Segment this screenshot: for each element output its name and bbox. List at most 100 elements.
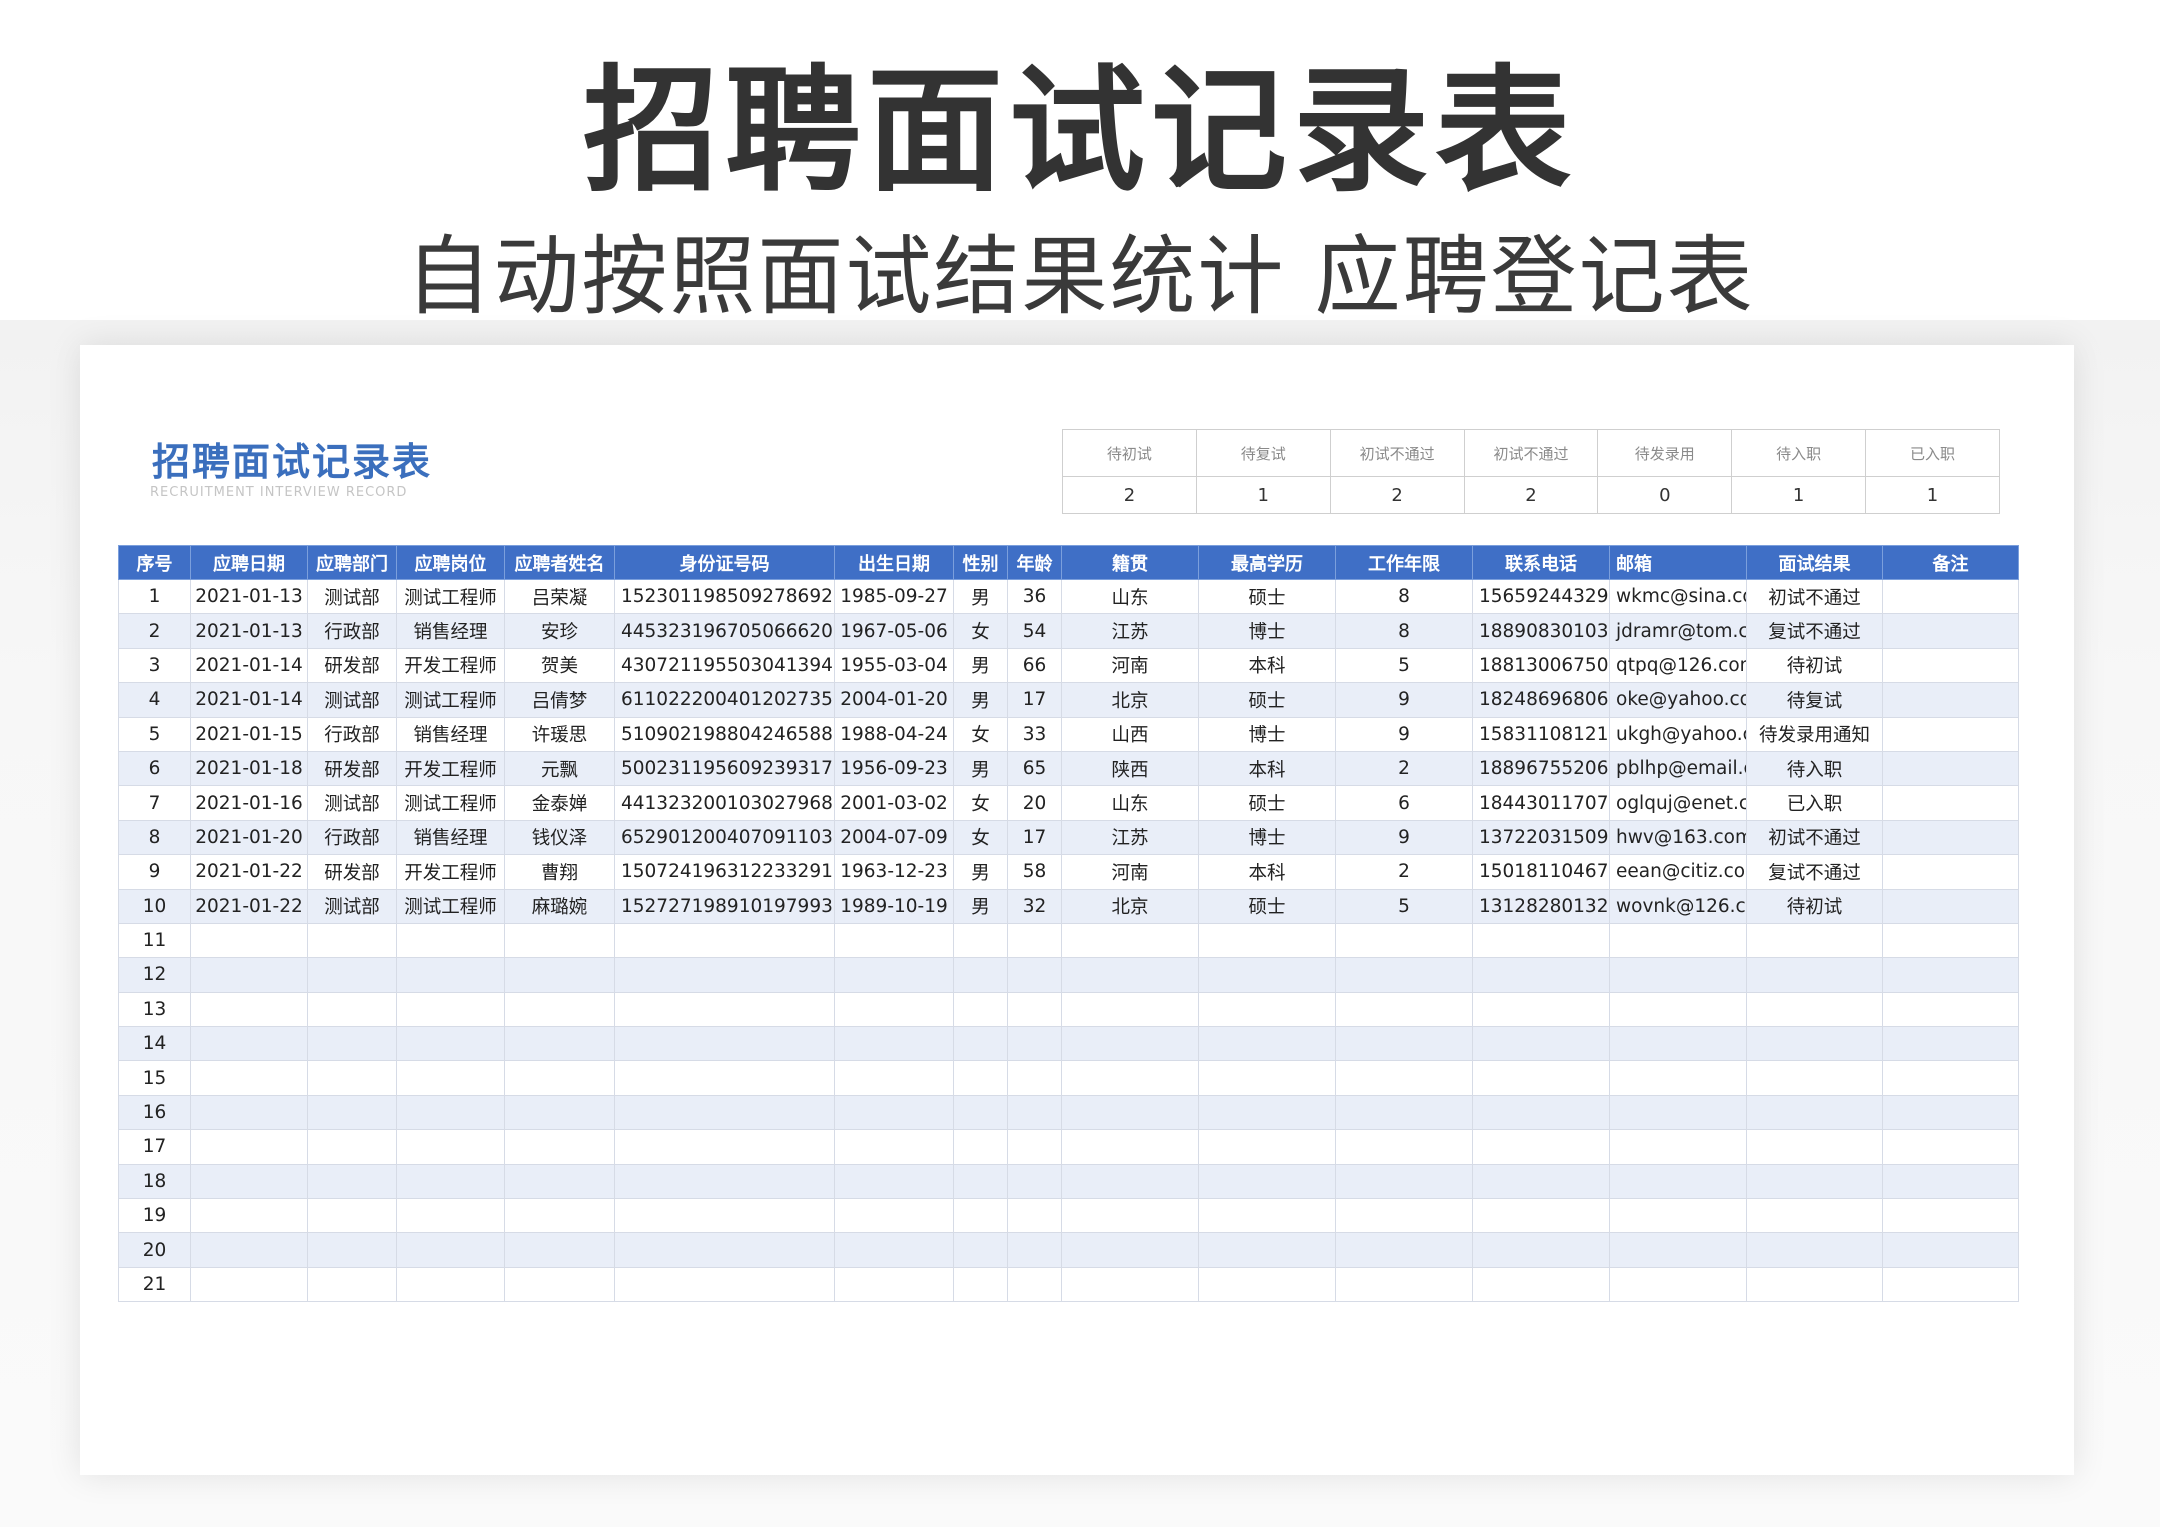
cell-col-apply-date[interactable]: [190, 1129, 308, 1165]
cell-col-email[interactable]: wkmc@sina.cor: [1609, 578, 1747, 615]
cell-col-id-number[interactable]: [614, 991, 835, 1028]
header-col-work-years[interactable]: 工作年限: [1335, 545, 1473, 580]
summary-value-cell[interactable]: 0: [1597, 476, 1733, 514]
cell-col-apply-date[interactable]: [190, 957, 308, 993]
cell-col-phone[interactable]: [1472, 1198, 1610, 1234]
cell-col-hometown[interactable]: [1061, 1094, 1199, 1131]
summary-value-cell[interactable]: 1: [1195, 476, 1331, 514]
cell-col-remarks[interactable]: [1882, 957, 2019, 993]
cell-col-work-years[interactable]: [1335, 957, 1473, 993]
cell-col-phone[interactable]: [1472, 1163, 1610, 1200]
cell-col-birth-date[interactable]: [834, 1026, 954, 1062]
cell-col-apply-date[interactable]: 2021-01-22: [190, 854, 308, 890]
summary-label-cell[interactable]: 初试不通过: [1463, 429, 1599, 477]
cell-col-hometown[interactable]: [1061, 1129, 1199, 1165]
cell-col-seq[interactable]: 15: [118, 1060, 191, 1096]
cell-col-apply-date[interactable]: 2021-01-13: [190, 613, 308, 649]
summary-label-cell[interactable]: 待发录用: [1597, 429, 1733, 477]
cell-col-department[interactable]: [307, 1094, 397, 1131]
cell-col-name[interactable]: 曹翔: [504, 854, 615, 890]
cell-col-gender[interactable]: [953, 1094, 1008, 1131]
cell-col-hometown[interactable]: 山西: [1061, 716, 1199, 752]
cell-col-position[interactable]: 开发工程师: [396, 647, 505, 684]
cell-col-gender[interactable]: [953, 1266, 1008, 1303]
cell-col-gender[interactable]: 男: [953, 682, 1008, 718]
cell-col-gender[interactable]: 男: [953, 647, 1008, 684]
cell-col-department[interactable]: [307, 1026, 397, 1062]
cell-col-position[interactable]: [396, 1232, 505, 1268]
cell-col-seq[interactable]: 14: [118, 1026, 191, 1062]
cell-col-position[interactable]: [396, 1198, 505, 1234]
cell-col-email[interactable]: jdramr@tom.cc: [1609, 613, 1747, 649]
cell-col-remarks[interactable]: [1882, 1266, 2019, 1303]
cell-col-gender[interactable]: [953, 957, 1008, 993]
cell-col-department[interactable]: [307, 957, 397, 993]
cell-col-remarks[interactable]: [1882, 1094, 2019, 1131]
cell-col-department[interactable]: 测试部: [307, 578, 397, 615]
cell-col-gender[interactable]: 男: [953, 578, 1008, 615]
cell-col-age[interactable]: [1007, 1266, 1062, 1303]
cell-col-department[interactable]: [307, 922, 397, 959]
cell-col-phone[interactable]: 18896755206: [1472, 750, 1610, 787]
cell-col-position[interactable]: 开发工程师: [396, 750, 505, 787]
cell-col-apply-date[interactable]: [190, 1094, 308, 1131]
cell-col-work-years[interactable]: [1335, 1094, 1473, 1131]
cell-col-result[interactable]: 复试不通过: [1746, 854, 1883, 890]
summary-value-cell[interactable]: 2: [1329, 476, 1465, 514]
cell-col-apply-date[interactable]: [190, 922, 308, 959]
cell-col-result[interactable]: [1746, 991, 1883, 1028]
cell-col-age[interactable]: 33: [1007, 716, 1062, 752]
cell-col-id-number[interactable]: 441323200103027968: [614, 785, 835, 821]
cell-col-phone[interactable]: [1472, 991, 1610, 1028]
cell-col-age[interactable]: [1007, 1060, 1062, 1096]
cell-col-birth-date[interactable]: 1989-10-19: [834, 888, 954, 924]
cell-col-name[interactable]: [504, 1129, 615, 1165]
cell-col-age[interactable]: 36: [1007, 578, 1062, 615]
cell-col-gender[interactable]: 男: [953, 750, 1008, 787]
cell-col-seq[interactable]: 9: [118, 854, 191, 890]
cell-col-gender[interactable]: 男: [953, 888, 1008, 924]
cell-col-age[interactable]: [1007, 957, 1062, 993]
cell-col-email[interactable]: [1609, 922, 1747, 959]
cell-col-result[interactable]: [1746, 957, 1883, 993]
cell-col-birth-date[interactable]: 1955-03-04: [834, 647, 954, 684]
cell-col-position[interactable]: 测试工程师: [396, 888, 505, 924]
cell-col-work-years[interactable]: [1335, 1163, 1473, 1200]
cell-col-age[interactable]: 17: [1007, 682, 1062, 718]
cell-col-email[interactable]: [1609, 991, 1747, 1028]
cell-col-work-years[interactable]: [1335, 1026, 1473, 1062]
cell-col-department[interactable]: 测试部: [307, 785, 397, 821]
cell-col-age[interactable]: [1007, 1232, 1062, 1268]
cell-col-phone[interactable]: 13128280132: [1472, 888, 1610, 924]
cell-col-birth-date[interactable]: [834, 991, 954, 1028]
cell-col-remarks[interactable]: [1882, 991, 2019, 1028]
cell-col-id-number[interactable]: 150724196312233291: [614, 854, 835, 890]
cell-col-apply-date[interactable]: [190, 1060, 308, 1096]
cell-col-email[interactable]: [1609, 1129, 1747, 1165]
cell-col-position[interactable]: 销售经理: [396, 716, 505, 752]
cell-col-result[interactable]: [1746, 1094, 1883, 1131]
cell-col-result[interactable]: 待复试: [1746, 682, 1883, 718]
cell-col-education[interactable]: [1198, 1266, 1336, 1303]
cell-col-remarks[interactable]: [1882, 819, 2019, 856]
header-col-result[interactable]: 面试结果: [1746, 545, 1883, 580]
cell-col-email[interactable]: ukgh@yahoo.cc: [1609, 716, 1747, 752]
cell-col-phone[interactable]: 18443011707: [1472, 785, 1610, 821]
cell-col-email[interactable]: [1609, 1198, 1747, 1234]
cell-col-hometown[interactable]: [1061, 1198, 1199, 1234]
cell-col-email[interactable]: [1609, 957, 1747, 993]
cell-col-id-number[interactable]: [614, 1060, 835, 1096]
cell-col-position[interactable]: [396, 1129, 505, 1165]
cell-col-education[interactable]: [1198, 957, 1336, 993]
cell-col-result[interactable]: 待初试: [1746, 647, 1883, 684]
cell-col-email[interactable]: qtpq@126.com: [1609, 647, 1747, 684]
header-col-department[interactable]: 应聘部门: [307, 545, 397, 580]
cell-col-phone[interactable]: [1472, 957, 1610, 993]
cell-col-work-years[interactable]: 6: [1335, 785, 1473, 821]
header-col-remarks[interactable]: 备注: [1882, 545, 2019, 580]
cell-col-remarks[interactable]: [1882, 1129, 2019, 1165]
cell-col-education[interactable]: [1198, 1198, 1336, 1234]
cell-col-department[interactable]: 研发部: [307, 647, 397, 684]
cell-col-work-years[interactable]: [1335, 1060, 1473, 1096]
cell-col-email[interactable]: oglquj@enet.cc: [1609, 785, 1747, 821]
